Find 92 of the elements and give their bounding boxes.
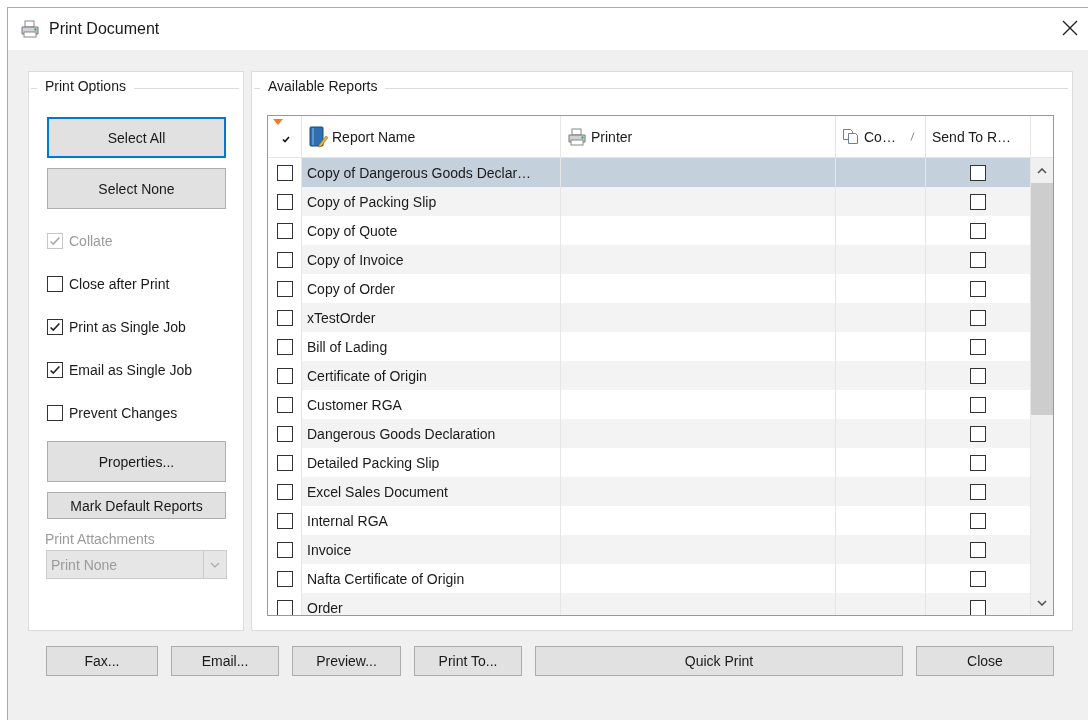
report-name: Detailed Packing Slip: [307, 454, 440, 471]
table-row[interactable]: Certificate of Origin: [268, 361, 1031, 390]
report-name: Internal RGA: [307, 512, 388, 529]
checkbox[interactable]: [276, 193, 293, 210]
checkbox[interactable]: [970, 483, 986, 500]
checkbox-label[interactable]: Close after Print: [69, 275, 170, 292]
dialog-button[interactable]: Quick Print: [535, 646, 903, 676]
checkbox[interactable]: [970, 222, 986, 239]
table-row[interactable]: Copy of Dangerous Goods Declar…: [268, 158, 1031, 187]
printer-icon: [20, 20, 40, 38]
mark-default-reports-button[interactable]: Mark Default Reports: [47, 492, 226, 519]
checkbox[interactable]: [276, 367, 293, 384]
select-all-button[interactable]: Select All: [47, 117, 226, 158]
chevron-down-icon[interactable]: [1037, 599, 1047, 606]
report-name: Copy of Quote: [307, 222, 398, 239]
report-name: Copy of Packing Slip: [307, 193, 437, 210]
dialog-button[interactable]: Print To...: [414, 646, 522, 676]
check-icon: [282, 136, 290, 143]
table-row[interactable]: Dangerous Goods Declaration: [268, 419, 1031, 448]
close-icon[interactable]: [1060, 18, 1080, 38]
field-label: Print Attachments: [45, 531, 156, 547]
table-row[interactable]: Invoice: [268, 535, 1031, 564]
checkbox[interactable]: [47, 361, 63, 378]
checkbox[interactable]: [970, 425, 986, 442]
table-row[interactable]: Excel Sales Document: [268, 477, 1031, 506]
dialog-button[interactable]: Fax...: [46, 646, 158, 676]
report-name: Excel Sales Document: [307, 483, 448, 500]
report-name: Dangerous Goods Declaration: [307, 425, 496, 442]
checkbox[interactable]: [276, 512, 293, 529]
table-row[interactable]: Copy of Packing Slip: [268, 187, 1031, 216]
checkbox[interactable]: [970, 338, 986, 355]
checkbox[interactable]: [970, 164, 986, 181]
report-name: Order: [307, 599, 343, 615]
chevron-up-icon[interactable]: [1037, 167, 1047, 174]
checkbox[interactable]: [276, 309, 293, 326]
scrollbar[interactable]: [1031, 158, 1053, 615]
checkbox[interactable]: [276, 222, 293, 239]
checkbox[interactable]: [276, 251, 293, 268]
properties-button[interactable]: Properties...: [47, 441, 226, 482]
report-name: xTestOrder: [307, 309, 376, 326]
chevron-down-icon: [210, 561, 220, 568]
report-name: Certificate of Origin: [307, 367, 427, 384]
checkbox[interactable]: [970, 541, 986, 558]
checkbox[interactable]: [47, 404, 63, 421]
checkbox[interactable]: [970, 280, 986, 297]
checkbox[interactable]: [276, 541, 293, 558]
checkbox[interactable]: [276, 425, 293, 442]
report-name: Nafta Certificate of Origin: [307, 570, 465, 587]
checkbox[interactable]: [276, 396, 293, 413]
dialog-button[interactable]: Email...: [171, 646, 279, 676]
report-name: Copy of Order: [307, 280, 395, 297]
dropdown-triangle-icon: [273, 119, 283, 125]
checkbox[interactable]: [276, 483, 293, 500]
slash-icon: [910, 132, 915, 141]
checkbox[interactable]: [276, 280, 293, 297]
copies-icon: [842, 128, 860, 145]
window-title: Print Document: [49, 20, 160, 38]
checkbox[interactable]: [970, 512, 986, 529]
checkbox[interactable]: [970, 251, 986, 268]
printer-icon: [567, 127, 587, 146]
checkbox[interactable]: [970, 367, 986, 384]
report-name: Copy of Invoice: [307, 251, 404, 268]
checkbox[interactable]: [47, 275, 63, 292]
report-name: Copy of Dangerous Goods Declar…: [307, 164, 532, 181]
table-row[interactable]: Copy of Invoice: [268, 245, 1031, 274]
checkbox[interactable]: [276, 338, 293, 355]
report-name: Invoice: [307, 541, 352, 558]
checkbox[interactable]: [970, 454, 986, 471]
select-none-button[interactable]: Select None: [47, 168, 226, 209]
checkbox[interactable]: [47, 318, 63, 335]
checkbox[interactable]: [970, 599, 986, 615]
checkbox[interactable]: [276, 454, 293, 471]
checkbox-label[interactable]: Prevent Changes: [69, 404, 178, 421]
group-title: Available Reports: [260, 78, 386, 94]
checkbox-label[interactable]: Email as Single Job: [69, 361, 192, 378]
report-name: Customer RGA: [307, 396, 402, 413]
dialog-button[interactable]: Preview...: [292, 646, 401, 676]
checkbox[interactable]: [970, 193, 986, 210]
group-title: Print Options: [37, 78, 134, 94]
scrollbar-thumb[interactable]: [1031, 183, 1053, 415]
checkbox[interactable]: [276, 570, 293, 587]
checkbox[interactable]: [970, 396, 986, 413]
checkbox[interactable]: [276, 599, 293, 615]
checkbox-label[interactable]: Print as Single Job: [69, 318, 186, 335]
checkbox[interactable]: [970, 570, 986, 587]
checkbox[interactable]: [970, 309, 986, 326]
dialog-button[interactable]: Close: [916, 646, 1054, 676]
table-row[interactable]: Order: [268, 593, 1031, 615]
report-name: Bill of Lading: [307, 338, 388, 355]
checkbox[interactable]: [276, 164, 293, 181]
table-row[interactable]: xTestOrder: [268, 303, 1031, 332]
book-with-pencil-icon: [308, 125, 328, 148]
